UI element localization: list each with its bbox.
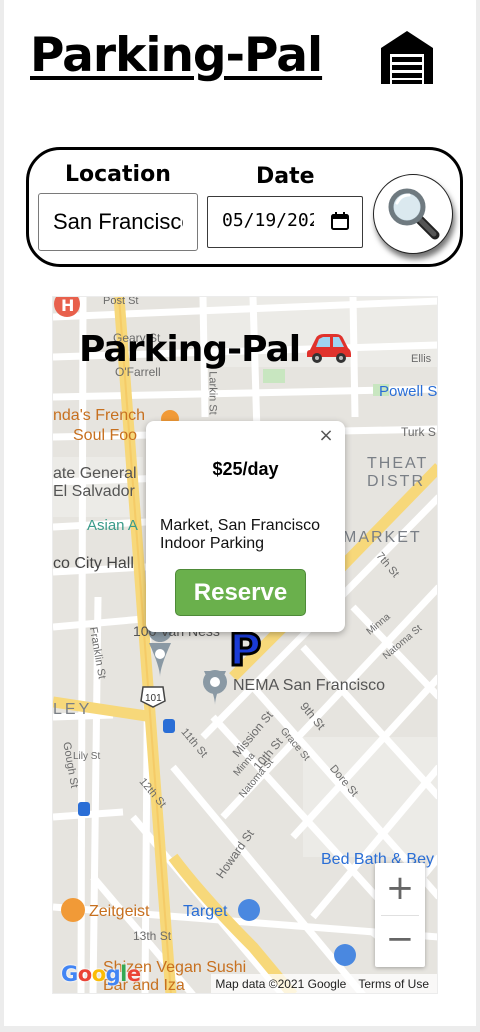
place-label: ate General — [53, 465, 137, 482]
calendar-icon[interactable] — [330, 211, 350, 231]
zoom-control: + − — [375, 863, 425, 967]
search-button[interactable] — [373, 174, 453, 254]
map-data-credit: Map data ©2021 Google — [215, 977, 347, 991]
place-label: Asian A — [87, 517, 138, 534]
map-overlay-title-text: Parking-Pal — [79, 329, 301, 370]
zoom-in-button[interactable]: + — [375, 863, 425, 915]
place-label: nda's French — [53, 407, 145, 424]
place-label: NEMA San Francisco — [233, 677, 386, 694]
district-label: DISTR — [367, 473, 425, 490]
location-label: Location — [65, 162, 171, 187]
date-label: Date — [256, 164, 315, 189]
map-attribution: Map data ©2021 Google Terms of Use — [211, 974, 437, 993]
parking-info-window: × $25/day Market, San Francisco Indoor P… — [146, 421, 345, 632]
place-label: Soul Foo — [73, 427, 138, 444]
street-label: Turk S — [401, 425, 436, 439]
place-label: co City Hall — [53, 555, 134, 572]
parking-address: Market, San Francisco — [160, 517, 321, 534]
google-logo[interactable]: Google — [61, 962, 141, 986]
street-label: Post St — [103, 296, 139, 307]
page-left-border — [0, 0, 4, 1032]
location-input[interactable] — [38, 193, 198, 251]
route-label: 101 — [145, 693, 162, 704]
place-label: Zeitgeist — [89, 903, 150, 920]
svg-text:P: P — [229, 625, 261, 676]
street-label: Ellis — [411, 353, 432, 365]
map-overlay-title: Parking-Pal — [79, 329, 352, 373]
garage-icon[interactable] — [378, 28, 436, 84]
page-bottom-border — [0, 1026, 480, 1032]
district-label: THEAT — [367, 455, 429, 472]
place-label: Powell S — [379, 383, 438, 400]
date-input[interactable]: 05/19/2021 — [207, 196, 363, 248]
place-label: El Salvador — [53, 483, 135, 500]
reserve-button[interactable]: Reserve — [175, 569, 306, 616]
svg-text:H: H — [61, 297, 74, 315]
car-icon — [306, 330, 352, 373]
zoom-out-button[interactable]: − — [375, 915, 425, 967]
district-label: MARKET — [343, 529, 422, 546]
search-form: Location Date 05/19/2021 — [26, 147, 463, 267]
map[interactable]: H P Post St Geary St O'Farrell Larkin St… — [52, 296, 438, 994]
terms-of-use-link[interactable]: Terms of Use — [358, 977, 429, 991]
date-input-value: 05/19/2021 — [222, 210, 314, 231]
page-right-border — [476, 0, 480, 1032]
place-label: Target — [183, 903, 228, 920]
street-label: Lily St — [73, 751, 101, 762]
street-label: 13th St — [133, 929, 172, 943]
parking-price: $25/day — [212, 459, 279, 479]
street-label: Larkin St — [206, 371, 219, 415]
app-title[interactable]: Parking-Pal — [30, 28, 323, 83]
close-icon[interactable]: × — [311, 421, 341, 451]
magnifier-icon — [388, 188, 440, 240]
district-label: LEY — [53, 701, 93, 718]
parking-type: Indoor Parking — [160, 535, 265, 552]
